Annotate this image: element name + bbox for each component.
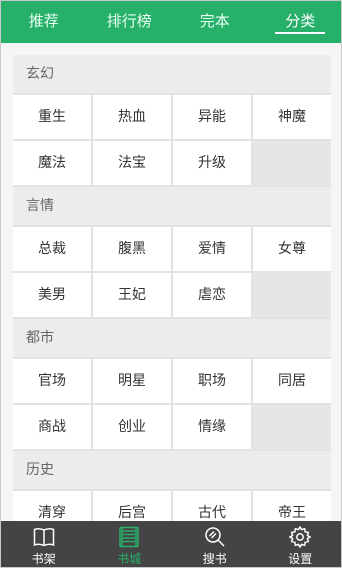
category-tag[interactable]: 后宫 xyxy=(93,491,171,521)
search-icon xyxy=(205,527,225,547)
category-tag[interactable]: 神魔 xyxy=(253,95,331,139)
category-section: 玄幻 重生 热血 异能 神魔魔法 法宝 升级 xyxy=(13,55,331,187)
tab-categories[interactable]: 分类 xyxy=(258,1,342,43)
category-tag[interactable]: 腹黑 xyxy=(93,227,171,271)
section-title: 言情 xyxy=(13,187,331,225)
category-tag[interactable]: 升级 xyxy=(173,141,251,185)
category-tag[interactable]: 情缘 xyxy=(173,405,251,449)
category-tag[interactable]: 爱情 xyxy=(173,227,251,271)
bottom-nav: 书架 书城 搜书 设置 xyxy=(1,521,342,567)
category-grid: 官场 明星 职场 同居商战 创业 情缘 xyxy=(13,357,331,451)
category-section: 都市 官场 明星 职场 同居商战 创业 情缘 xyxy=(13,319,331,451)
tab-rankings[interactable]: 排行榜 xyxy=(87,1,173,43)
section-title: 历史 xyxy=(13,451,331,489)
category-grid: 总裁 腹黑 爱情 女尊美男 王妃 虐恋 xyxy=(13,225,331,319)
category-tag[interactable]: 同居 xyxy=(253,359,331,403)
empty-cell xyxy=(253,273,331,317)
empty-cell xyxy=(253,141,331,185)
category-tag[interactable]: 清穿 xyxy=(13,491,91,521)
category-tag[interactable]: 商战 xyxy=(13,405,91,449)
bookstore-icon xyxy=(119,526,139,548)
empty-cell xyxy=(253,405,331,449)
category-tag[interactable]: 异能 xyxy=(173,95,251,139)
nav-search[interactable]: 搜书 xyxy=(172,521,258,567)
nav-bookshelf[interactable]: 书架 xyxy=(1,521,87,567)
category-tag[interactable]: 明星 xyxy=(93,359,171,403)
tab-recommend[interactable]: 推荐 xyxy=(1,1,87,43)
category-tag[interactable]: 古代 xyxy=(173,491,251,521)
category-sections: 玄幻 重生 热血 异能 神魔魔法 法宝 升级 言情 总裁 腹黑 爱情 女尊美男 王妃 虐恋 都市 官场 明星 职场… xyxy=(1,55,341,521)
category-tag[interactable]: 虐恋 xyxy=(173,273,251,317)
nav-label: 设置 xyxy=(288,552,313,566)
book-open-icon xyxy=(33,528,54,547)
category-section: 历史 清穿 后宫 古代 帝王 xyxy=(13,451,331,521)
nav-label: 搜书 xyxy=(202,552,227,566)
nav-settings[interactable]: 设置 xyxy=(258,521,342,567)
category-tag[interactable]: 热血 xyxy=(93,95,171,139)
nav-bookstore[interactable]: 书城 xyxy=(87,521,173,567)
category-tag[interactable]: 王妃 xyxy=(93,273,171,317)
category-tag[interactable]: 官场 xyxy=(13,359,91,403)
category-tag[interactable]: 职场 xyxy=(173,359,251,403)
section-title: 都市 xyxy=(13,319,331,357)
category-section: 言情 总裁 腹黑 爱情 女尊美男 王妃 虐恋 xyxy=(13,187,331,319)
section-title: 玄幻 xyxy=(13,55,331,93)
nav-label: 书城 xyxy=(117,552,142,566)
category-tag[interactable]: 创业 xyxy=(93,405,171,449)
nav-label: 书架 xyxy=(31,552,56,566)
tab-completed[interactable]: 完本 xyxy=(172,1,258,43)
category-tag[interactable]: 总裁 xyxy=(13,227,91,271)
category-grid: 重生 热血 异能 神魔魔法 法宝 升级 xyxy=(13,93,331,187)
category-tag[interactable]: 美男 xyxy=(13,273,91,317)
gear-icon xyxy=(288,525,312,549)
top-tab-bar: 推荐 排行榜 完本 分类 xyxy=(1,1,342,43)
category-tag[interactable]: 重生 xyxy=(13,95,91,139)
app-frame: 推荐 排行榜 完本 分类 玄幻 重生 热血 异能 神魔魔法 法宝 升级 言情 总裁 腹黑 爱情 女尊美… xyxy=(0,0,342,568)
category-list[interactable]: 玄幻 重生 热血 异能 神魔魔法 法宝 升级 言情 总裁 腹黑 爱情 女尊美男 王妃 虐恋 都市 官场 明星 职场… xyxy=(1,43,341,521)
category-grid: 清穿 后宫 古代 帝王 xyxy=(13,489,331,521)
category-tag[interactable]: 女尊 xyxy=(253,227,331,271)
category-tag[interactable]: 魔法 xyxy=(13,141,91,185)
category-tag[interactable]: 帝王 xyxy=(253,491,331,521)
category-tag[interactable]: 法宝 xyxy=(93,141,171,185)
